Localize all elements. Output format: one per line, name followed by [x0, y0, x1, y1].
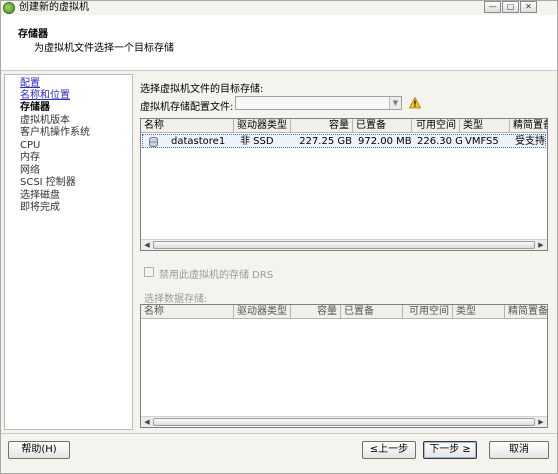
column-header-drive-type[interactable]: 驱动器类型: [234, 305, 291, 319]
help-button[interactable]: 帮助(H): [8, 441, 70, 459]
wizard-header: 存储器 为虚拟机文件选择一个目标存储: [1, 15, 557, 71]
target-storage-label: 选择虚拟机文件的目标存储:: [140, 84, 264, 95]
column-header-name[interactable]: 名称: [141, 305, 234, 319]
nav-item-cpu: CPU: [20, 140, 41, 151]
cell-drive-type: 非 SSD: [240, 136, 274, 147]
datastore-selection-table: 名称 驱动器类型 容量 已置备 可用空间 类型 精简置备 ◀ ▶: [140, 304, 548, 428]
column-header-drive-type[interactable]: 驱动器类型: [234, 119, 291, 133]
datastore-table: 名称 驱动器类型 容量 已置备 可用空间 类型 精简置备 datastore1 …: [140, 118, 548, 251]
column-header-type[interactable]: 类型: [460, 119, 510, 133]
nav-item-scsi-controller: SCSI 控制器: [20, 177, 76, 188]
column-header-free-space[interactable]: 可用空间: [403, 305, 453, 319]
horizontal-scrollbar[interactable]: ◀ ▶: [141, 416, 547, 427]
column-header-name[interactable]: 名称: [141, 119, 234, 133]
datastore-icon: [149, 137, 158, 147]
scrollbar-thumb[interactable]: [153, 241, 535, 249]
column-header-type[interactable]: 类型: [453, 305, 505, 319]
nav-item-name-location[interactable]: 名称和位置: [20, 90, 70, 102]
back-button[interactable]: ≤上一步: [362, 441, 416, 459]
scroll-right-icon[interactable]: ▶: [535, 240, 547, 250]
close-icon: ✕: [525, 2, 532, 11]
nav-item-config[interactable]: 配置: [20, 78, 40, 90]
cancel-button[interactable]: 取消: [489, 441, 549, 459]
column-header-provisioned[interactable]: 已置备: [353, 119, 412, 133]
nav-item-storage: 存储器: [20, 102, 50, 113]
nav-item-ready-to-complete: 即将完成: [20, 202, 60, 213]
close-button[interactable]: ✕: [520, 1, 537, 13]
storage-profile-dropdown[interactable]: ▼: [235, 96, 402, 110]
chevron-down-icon[interactable]: ▼: [389, 97, 401, 109]
table-row[interactable]: datastore1 非 SSD 227.25 GB 972.00 MB 226…: [142, 134, 546, 148]
page-subtitle: 为虚拟机文件选择一个目标存储: [34, 43, 174, 54]
cell-type: VMFS5: [465, 136, 499, 147]
nav-item-select-disk: 选择磁盘: [20, 190, 60, 201]
minimize-button[interactable]: —: [484, 1, 501, 13]
nav-item-memory: 内存: [20, 152, 40, 163]
window-title: 创建新的虚拟机: [19, 2, 89, 13]
cell-provisioned: 972.00 MB: [358, 136, 412, 147]
scroll-left-icon[interactable]: ◀: [141, 240, 153, 250]
scroll-right-icon[interactable]: ▶: [535, 417, 547, 427]
maximize-icon: ▢: [506, 2, 515, 11]
column-header-thin-provisioning[interactable]: 精简置备: [510, 119, 547, 133]
table-header: 名称 驱动器类型 容量 已置备 可用空间 类型 精简置备: [141, 305, 547, 319]
cell-name: datastore1: [171, 136, 226, 147]
maximize-button[interactable]: ▢: [502, 1, 519, 13]
nav-item-guest-os: 客户机操作系统: [20, 127, 90, 138]
disable-storage-drs-label: 禁用此虚拟机的存储 DRS: [159, 270, 274, 281]
storage-profile-label: 虚拟机存储配置文件:: [140, 102, 234, 113]
column-header-capacity[interactable]: 容量: [291, 305, 341, 319]
column-header-capacity[interactable]: 容量: [291, 119, 353, 133]
cell-free-space: 226.30 GB: [417, 136, 462, 147]
select-datastore-label: 选择数据存储:: [144, 294, 208, 305]
column-header-free-space[interactable]: 可用空间: [412, 119, 460, 133]
scroll-left-icon[interactable]: ◀: [141, 417, 153, 427]
title-bar: 创建新的虚拟机 — ▢ ✕: [1, 1, 557, 15]
horizontal-scrollbar[interactable]: ◀ ▶: [141, 239, 547, 250]
wizard-steps-nav: 配置 名称和位置 存储器 虚拟机版本 客户机操作系统 CPU 内存 网络 SCS…: [4, 74, 133, 430]
table-header: 名称 驱动器类型 容量 已置备 可用空间 类型 精简置备: [141, 119, 547, 133]
page-title: 存储器: [18, 29, 48, 40]
new-vm-wizard-window: 创建新的虚拟机 — ▢ ✕ 存储器 为虚拟机文件选择一个目标存储 配置 名称和位…: [0, 0, 558, 474]
nav-item-vm-version: 虚拟机版本: [20, 115, 70, 126]
cell-thin-provisioning: 受支持: [515, 136, 545, 147]
cell-capacity: 227.25 GB: [299, 136, 352, 147]
column-header-thin-provisioning[interactable]: 精简置备: [505, 305, 547, 319]
vsphere-app-icon: [3, 2, 15, 14]
disable-storage-drs-checkbox[interactable]: [144, 267, 154, 277]
next-button[interactable]: 下一步 ≥: [423, 441, 477, 459]
nav-item-network: 网络: [20, 165, 40, 176]
column-header-provisioned[interactable]: 已置备: [341, 305, 403, 319]
minimize-icon: —: [488, 2, 497, 11]
footer-divider: [1, 433, 557, 434]
scrollbar-thumb[interactable]: [153, 418, 535, 426]
warning-icon: [409, 97, 421, 109]
